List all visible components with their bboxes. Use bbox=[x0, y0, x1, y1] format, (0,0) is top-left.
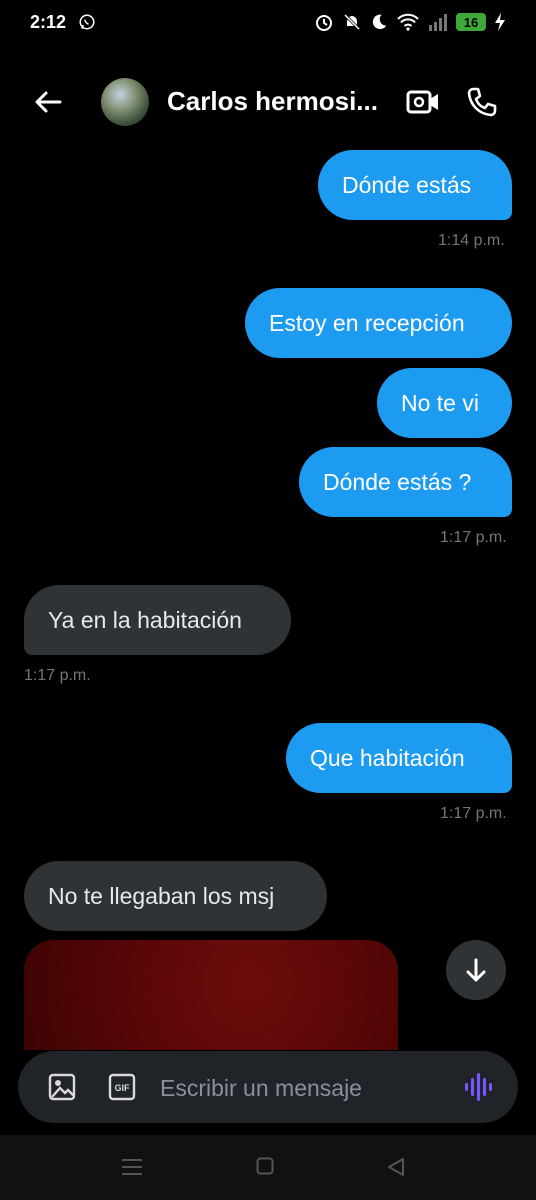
video-call-icon[interactable] bbox=[406, 88, 440, 116]
svg-text:GIF: GIF bbox=[115, 1083, 131, 1093]
message-composer: GIF bbox=[18, 1051, 518, 1123]
message-timestamp: 1:17 p.m. bbox=[440, 805, 507, 822]
phone-call-icon[interactable] bbox=[466, 86, 498, 118]
message-outgoing[interactable]: Dónde estás ? bbox=[299, 447, 512, 517]
message-incoming[interactable]: No te llegaban los msj bbox=[24, 861, 327, 931]
message-timestamp: 1:14 p.m. bbox=[438, 232, 505, 249]
whatsapp-icon bbox=[79, 14, 95, 30]
moon-icon bbox=[372, 14, 387, 30]
mute-icon bbox=[343, 13, 361, 31]
battery-level: 16 bbox=[456, 13, 486, 31]
wifi-icon bbox=[397, 13, 419, 31]
charging-icon bbox=[495, 13, 505, 31]
back-arrow-icon[interactable] bbox=[32, 86, 64, 118]
image-icon[interactable] bbox=[48, 1073, 76, 1101]
system-navigation-bar bbox=[0, 1135, 536, 1200]
message-input[interactable] bbox=[158, 1067, 452, 1109]
message-incoming[interactable]: Ya en la habitación bbox=[24, 585, 291, 655]
gif-icon[interactable]: GIF bbox=[108, 1073, 136, 1101]
media-attachment[interactable] bbox=[24, 940, 398, 1050]
message-outgoing[interactable]: No te vi bbox=[377, 368, 512, 438]
message-outgoing[interactable]: Estoy en recepción bbox=[245, 288, 512, 358]
conversation-header: Carlos hermosi... bbox=[0, 72, 536, 132]
message-outgoing[interactable]: Que habitación bbox=[286, 723, 512, 793]
voice-icon[interactable] bbox=[464, 1071, 492, 1103]
signal-icon bbox=[429, 14, 447, 31]
message-outgoing[interactable]: Dónde estás bbox=[318, 150, 512, 220]
scroll-down-button[interactable] bbox=[446, 940, 506, 1000]
message-timestamp: 1:17 p.m. bbox=[24, 667, 91, 684]
recent-apps-icon[interactable] bbox=[120, 1157, 144, 1177]
scroll-down-icon bbox=[466, 958, 486, 982]
home-icon[interactable] bbox=[256, 1157, 274, 1175]
contact-name[interactable]: Carlos hermosi... bbox=[167, 86, 378, 117]
alarm-icon bbox=[316, 15, 332, 31]
message-timestamp: 1:17 p.m. bbox=[440, 529, 507, 546]
status-bar: 2:12 16 bbox=[0, 0, 536, 48]
avatar[interactable] bbox=[101, 78, 149, 126]
system-back-icon[interactable] bbox=[386, 1157, 406, 1177]
status-time: 2:12 bbox=[30, 12, 67, 32]
